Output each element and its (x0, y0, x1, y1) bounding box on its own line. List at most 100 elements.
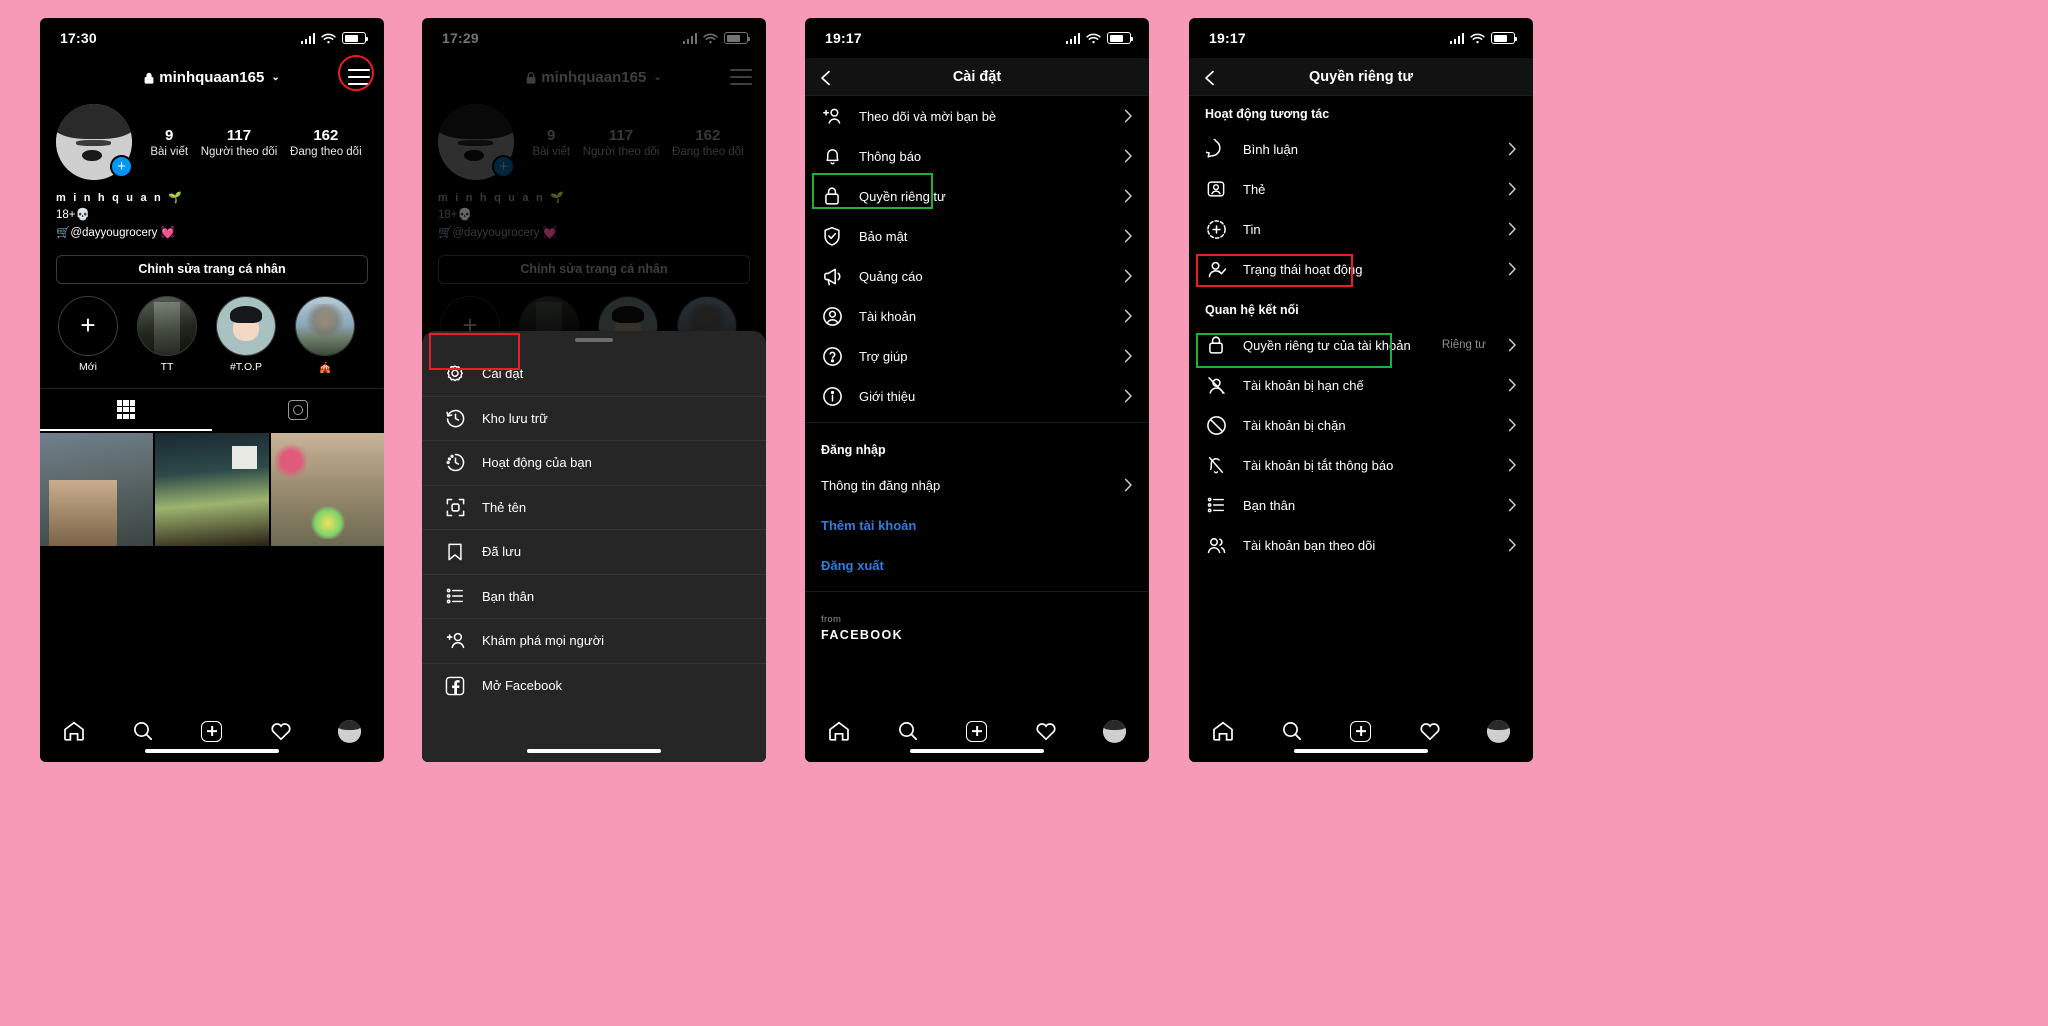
menu-item-discover-people[interactable]: Khám phá mọi người (422, 619, 766, 664)
privacy-item-restricted[interactable]: Tài khoản bị hạn chế (1189, 365, 1533, 405)
post-thumbnail[interactable] (155, 432, 269, 546)
menu-item-your-activity[interactable]: Hoạt động của bạn (422, 441, 766, 486)
menu-item-open-facebook[interactable]: Mở Facebook (422, 664, 766, 709)
search-icon[interactable] (1280, 719, 1304, 743)
post-thumbnail[interactable] (270, 432, 384, 546)
stat-posts[interactable]: 9 Bài viết (150, 126, 188, 158)
signal-icon (1449, 32, 1464, 44)
settings-item-notifications[interactable]: Thông báo (805, 136, 1149, 176)
chevron-right-icon (1508, 458, 1517, 472)
link-logout[interactable]: Đăng xuất (805, 545, 1149, 585)
back-chevron-icon[interactable] (1203, 70, 1217, 85)
search-icon[interactable] (896, 719, 920, 743)
home-icon[interactable] (827, 719, 851, 743)
privacy-item-comments[interactable]: Bình luận (1189, 129, 1533, 169)
privacy-item-close-friends[interactable]: Bạn thân (1189, 485, 1533, 525)
menu-item-close-friends[interactable]: Bạn thân (422, 575, 766, 619)
chevron-right-icon (1124, 349, 1133, 363)
menu-item-nametag[interactable]: Thẻ tên (422, 486, 766, 530)
stat-followers[interactable]: 117 Người theo dõi (201, 126, 278, 158)
tagged-icon (288, 399, 308, 420)
post-thumbnail[interactable] (40, 432, 154, 546)
tab-grid[interactable] (40, 389, 212, 431)
privacy-item-account-privacy[interactable]: Quyền riêng tư của tài khoản Riêng tư (1189, 325, 1533, 365)
heart-icon[interactable] (1418, 719, 1442, 743)
activity-clock-icon (444, 452, 466, 474)
add-post-icon[interactable] (200, 719, 224, 743)
privacy-item-tags[interactable]: Thẻ (1189, 169, 1533, 209)
settings-item-help[interactable]: Trợ giúp (805, 336, 1149, 376)
menu-item-archive[interactable]: Kho lưu trữ (422, 397, 766, 441)
heart-icon[interactable] (269, 719, 293, 743)
phone-panel-settings: 19:17 Cài đặt Theo dõi và mời bạn bè Thô… (805, 18, 1149, 762)
privacy-item-muted[interactable]: Tài khoản bị tắt thông báo (1189, 445, 1533, 485)
chevron-right-icon (1124, 389, 1133, 403)
highlight-item[interactable]: #T.O.P (216, 295, 276, 374)
home-icon[interactable] (62, 719, 86, 743)
privacy-item-blocked[interactable]: Tài khoản bị chặn (1189, 405, 1533, 445)
settings-item-security[interactable]: Bảo mật (805, 216, 1149, 256)
privacy-item-label: Bạn thân (1243, 497, 1296, 513)
stat-following[interactable]: 162 Đang theo dõi (290, 126, 362, 158)
highlight-new[interactable]: + Mới (58, 295, 118, 374)
add-post-icon[interactable] (965, 719, 989, 743)
privacy-item-following-accounts[interactable]: Tài khoản bạn theo dõi (1189, 525, 1533, 565)
menu-item-settings[interactable]: Cài đặt (422, 352, 766, 397)
add-person-icon (821, 105, 843, 127)
settings-item-privacy[interactable]: Quyền riêng tư (805, 176, 1149, 216)
settings-navbar: Cài đặt (805, 58, 1149, 96)
username-dropdown[interactable]: minhquaan165 ⌄ (144, 69, 280, 86)
heart-icon[interactable] (1034, 719, 1058, 743)
home-icon[interactable] (1211, 719, 1235, 743)
privacy-item-activity-status[interactable]: Trạng thái hoạt động (1189, 249, 1533, 289)
menu-item-label: Thẻ tên (482, 499, 527, 515)
settings-item-label: Tài khoản (859, 308, 917, 324)
hamburger-menu-icon[interactable] (348, 69, 370, 85)
chevron-right-icon (1508, 378, 1517, 392)
profile-avatar-icon[interactable] (338, 719, 362, 743)
divider (805, 422, 1149, 423)
status-time: 19:17 (1209, 30, 1246, 46)
menu-item-saved[interactable]: Đã lưu (422, 530, 766, 575)
person-circle-icon (821, 305, 843, 327)
settings-item-ads[interactable]: Quảng cáo (805, 256, 1149, 296)
avatar[interactable]: + (56, 104, 133, 180)
settings-item-follow-invite[interactable]: Theo dõi và mời bạn bè (805, 96, 1149, 136)
phone-panel-menu: 17:29 minhquaan165 ⌄ + (422, 18, 766, 762)
chevron-right-icon (1508, 182, 1517, 196)
settings-item-account[interactable]: Tài khoản (805, 296, 1149, 336)
settings-item-label: Theo dõi và mời bạn bè (859, 108, 997, 124)
privacy-item-label: Tài khoản bạn theo dõi (1243, 537, 1376, 553)
edit-profile-button[interactable]: Chỉnh sửa trang cá nhân (56, 254, 368, 284)
status-bar: 17:30 (40, 18, 384, 58)
add-story-icon[interactable]: + (110, 155, 133, 178)
close-friends-list-icon (1205, 494, 1227, 516)
activity-status-icon (1205, 258, 1227, 280)
settings-item-login-info[interactable]: Thông tin đăng nhập (805, 465, 1149, 505)
tab-tagged[interactable] (212, 389, 384, 431)
search-icon[interactable] (131, 719, 155, 743)
highlight-item[interactable]: 🎪 (295, 295, 355, 374)
screenshot-stage: 17:30 minhquaan165 ⌄ + 9 Bài viết 117 Ng… (0, 0, 2048, 1026)
profile-avatar-icon[interactable] (1487, 719, 1511, 743)
chevron-right-icon (1508, 418, 1517, 432)
highlight-item[interactable]: TT (137, 295, 197, 374)
back-chevron-icon[interactable] (819, 70, 833, 85)
privacy-item-label: Tài khoản bị hạn chế (1243, 377, 1364, 393)
chevron-right-icon (1124, 149, 1133, 163)
lock-icon (1205, 334, 1227, 356)
privacy-item-label: Thẻ (1243, 181, 1266, 197)
menu-item-label: Khám phá mọi người (482, 633, 605, 649)
settings-item-about[interactable]: Giới thiệu (805, 376, 1149, 416)
privacy-item-label: Quyền riêng tư của tài khoản (1243, 337, 1411, 353)
stat-label: Bài viết (150, 145, 189, 158)
chevron-right-icon (1124, 189, 1133, 203)
home-indicator (527, 749, 661, 753)
profile-avatar-icon[interactable] (1103, 719, 1127, 743)
link-add-account[interactable]: Thêm tài khoản (805, 505, 1149, 545)
following-accounts-icon (1205, 534, 1227, 556)
settings-item-label: Trợ giúp (859, 348, 908, 364)
privacy-item-story[interactable]: Tin (1189, 209, 1533, 249)
status-indicators (1065, 32, 1133, 44)
add-post-icon[interactable] (1349, 719, 1373, 743)
